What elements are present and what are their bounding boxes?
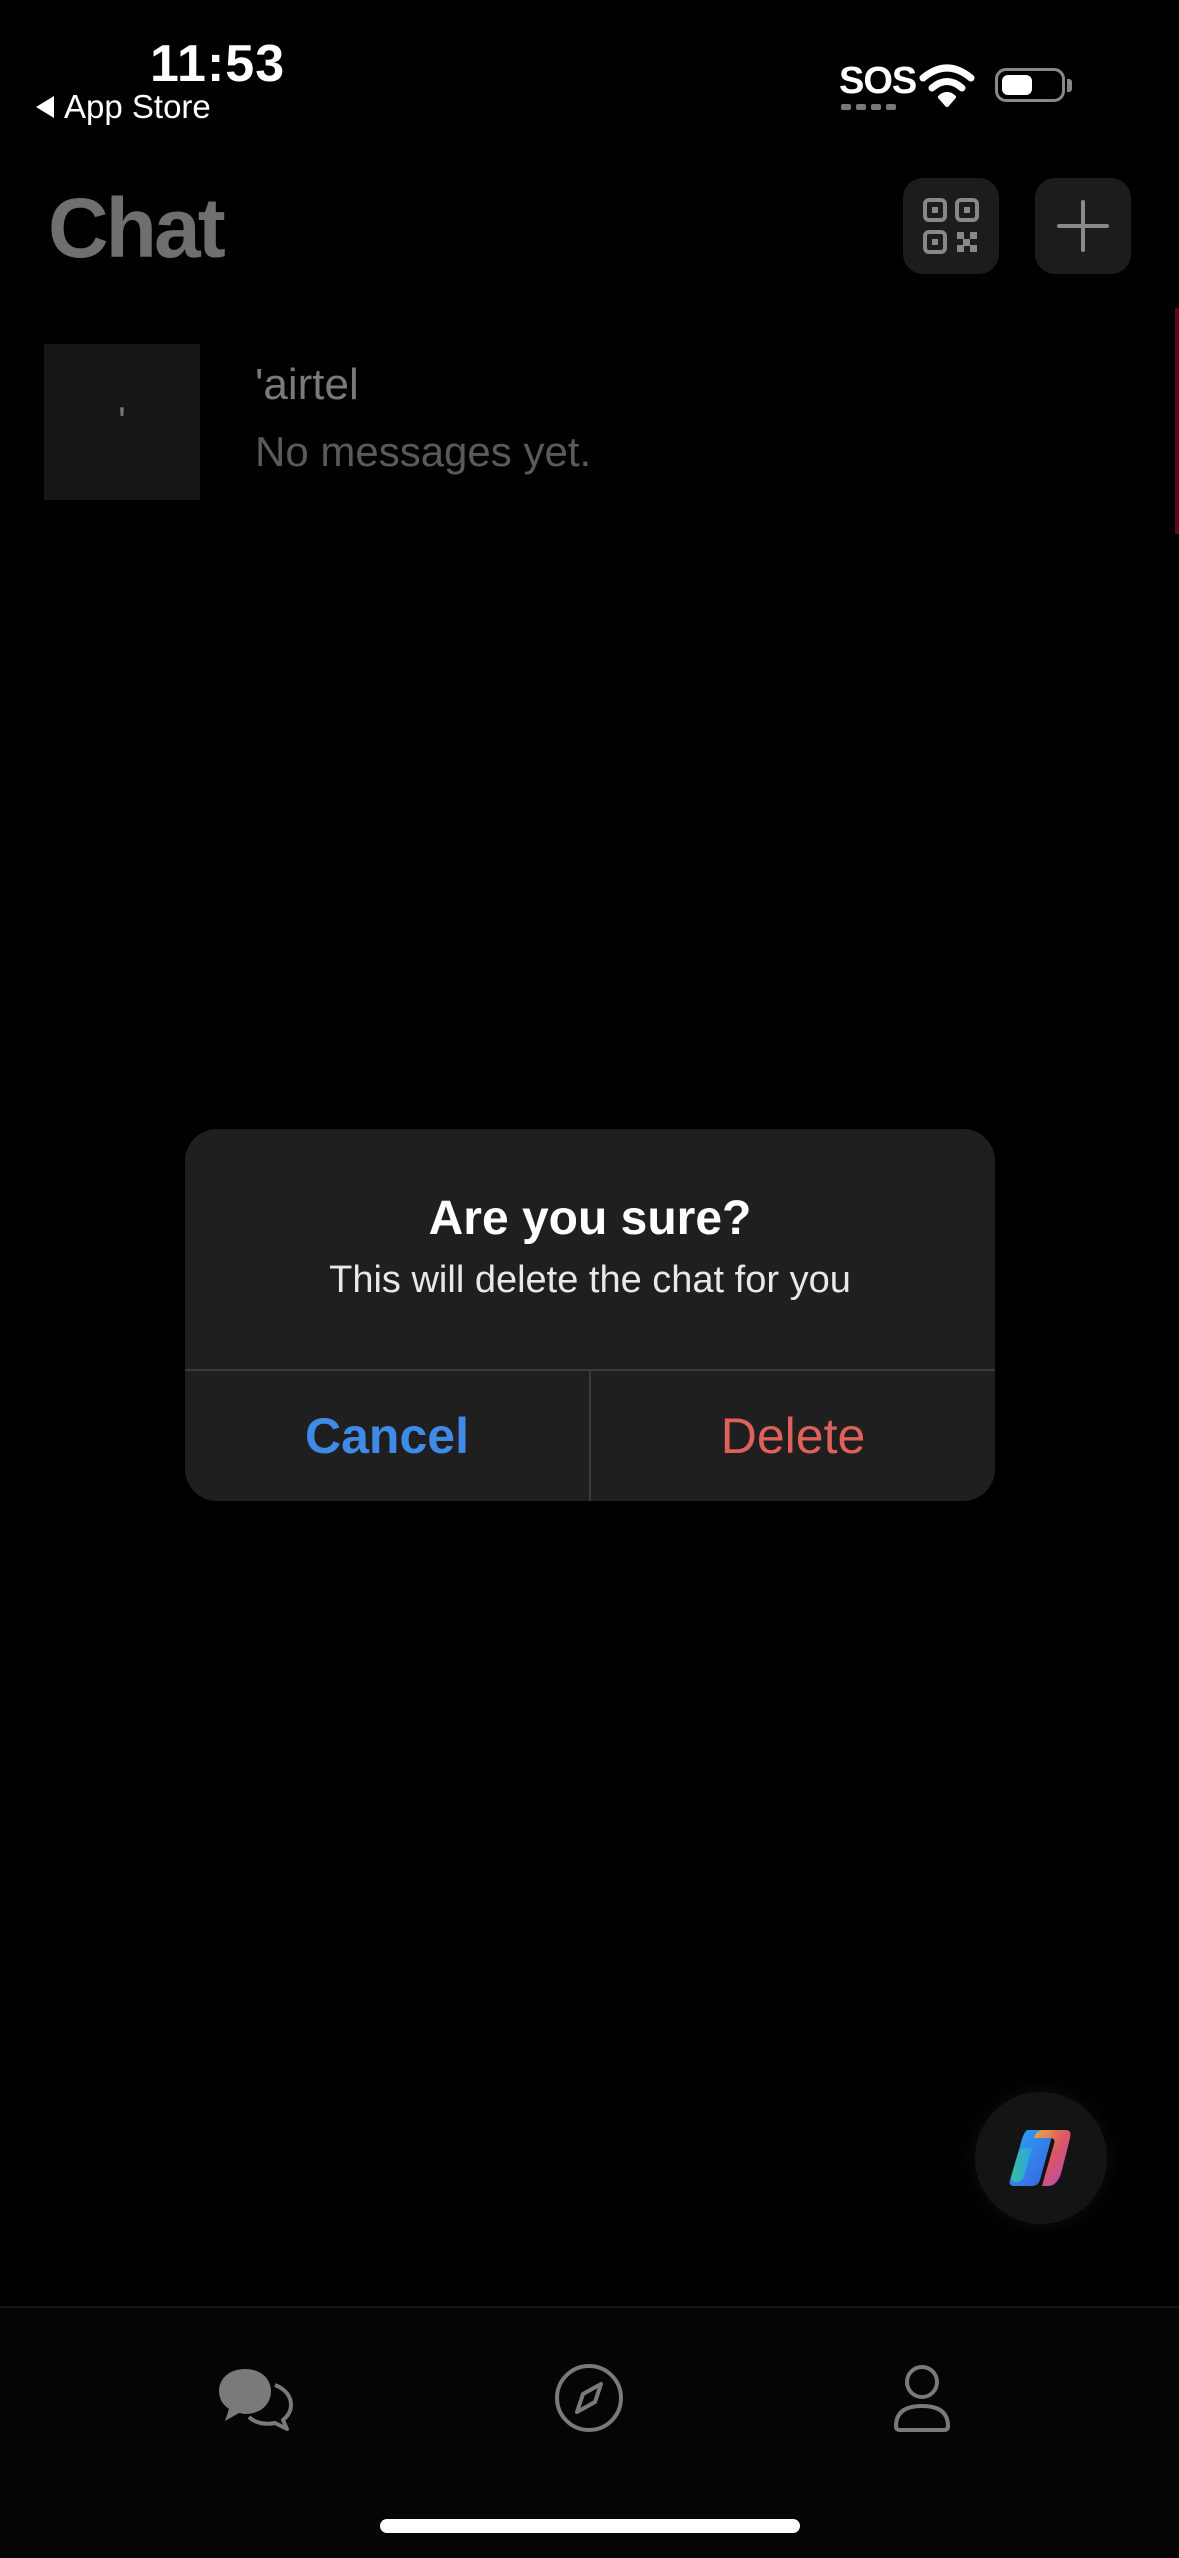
chat-icon xyxy=(219,2369,293,2431)
copilot-icon xyxy=(1009,2130,1071,2186)
qr-code-button[interactable] xyxy=(903,178,999,274)
signal-dots xyxy=(841,104,896,110)
page-title: Chat xyxy=(48,181,226,275)
nav-profile-tab[interactable] xyxy=(872,2348,972,2448)
home-indicator xyxy=(380,2519,800,2533)
compass-icon xyxy=(555,2364,623,2432)
battery-cap xyxy=(1067,79,1072,92)
qr-code-icon xyxy=(923,198,979,254)
chat-list-item[interactable]: ' 'airtel No messages yet. xyxy=(44,344,1144,500)
back-label: App Store xyxy=(64,88,211,125)
status-time: 11:53 xyxy=(150,35,286,93)
status-right: SOS xyxy=(839,60,1179,120)
chat-name: 'airtel xyxy=(255,360,359,409)
copilot-button[interactable] xyxy=(975,2092,1107,2224)
chat-avatar: ' xyxy=(44,344,200,500)
confirm-delete-dialog: Are you sure? This will delete the chat … xyxy=(185,1129,995,1501)
cancel-button[interactable]: Cancel xyxy=(185,1371,589,1501)
plus-icon xyxy=(1057,200,1109,252)
nav-discover-tab[interactable] xyxy=(539,2348,639,2448)
back-arrow-icon xyxy=(36,96,54,118)
swipe-action-edge xyxy=(1175,308,1179,534)
sos-indicator: SOS xyxy=(839,60,917,102)
new-chat-button[interactable] xyxy=(1035,178,1131,274)
chat-preview: No messages yet. xyxy=(255,428,592,475)
wifi-icon xyxy=(919,64,975,107)
profile-icon xyxy=(894,2365,950,2432)
dialog-title: Are you sure? xyxy=(428,1192,752,1245)
delete-button[interactable]: Delete xyxy=(591,1371,995,1501)
back-to-app-store[interactable]: App Store xyxy=(36,88,211,126)
nav-chat-tab[interactable] xyxy=(205,2348,305,2448)
battery-icon xyxy=(995,68,1065,102)
dialog-message: This will delete the chat for you xyxy=(329,1259,851,1301)
